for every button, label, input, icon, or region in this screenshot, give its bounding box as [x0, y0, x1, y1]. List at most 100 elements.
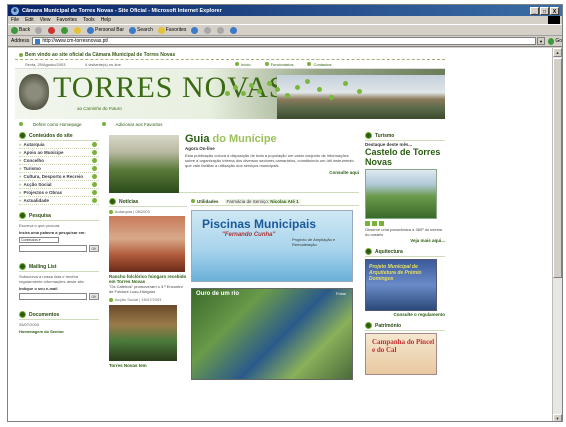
search-description: Escreva o que procura.: [19, 223, 61, 228]
address-input[interactable]: http://www.cm-torresnovas.pt/: [32, 37, 536, 45]
control-icon[interactable]: [372, 221, 377, 226]
address-dropdown[interactable]: ▼: [537, 37, 545, 45]
piscinas-banner[interactable]: Piscinas Municipais "Fernando Cunha" Pro…: [191, 210, 353, 282]
documents-item[interactable]: Homenagem do Senhor: [19, 329, 99, 334]
news-section: Notícias Autarquia | 08/2003 Rancho folc…: [109, 197, 187, 368]
news2-headline[interactable]: Torres Novas tem: [109, 363, 187, 368]
control-icon[interactable]: [365, 221, 370, 226]
arrow-icon: [92, 174, 97, 179]
favorites-button[interactable]: Favorites: [157, 26, 186, 34]
park-banner[interactable]: Ouro de um rio Fotos: [191, 288, 353, 380]
documents-header: Documentos: [19, 310, 99, 320]
search-button[interactable]: Search: [129, 26, 153, 34]
middle-column: Guia do Munícipe Agora On-line Esta publ…: [109, 131, 359, 421]
regulamento-link[interactable]: Consulte o regulamento: [365, 312, 445, 317]
arrow-icon: [92, 166, 97, 171]
mailing-description: Subscreva a nossa lista e receba regular…: [19, 274, 85, 284]
bullet-icon: [109, 209, 113, 214]
menu-item-autarquia[interactable]: » Autarquia: [19, 141, 99, 149]
current-date: Sexta, 29/Agosto/2003: [25, 61, 66, 67]
address-url: http://www.cm-torresnovas.pt/: [42, 38, 109, 44]
window-title: Câmara Municipal de Torres Novas - Site …: [22, 7, 222, 14]
menu-edit[interactable]: Edit: [25, 17, 34, 23]
scroll-thumb[interactable]: [553, 58, 562, 278]
mailing-ok-button[interactable]: OK: [89, 293, 99, 300]
scroll-up-button[interactable]: ▲: [553, 48, 562, 57]
veja-mais-link[interactable]: Veja mais aqui...: [365, 238, 445, 243]
nav-funcionarios[interactable]: Funcionários: [264, 62, 293, 67]
menu-item-cultura[interactable]: » Cultura, Desporto e Recreio: [19, 173, 99, 181]
nav-inicio[interactable]: Início: [235, 62, 251, 67]
go-arrow-icon: [548, 37, 555, 45]
menu-file[interactable]: File: [11, 17, 19, 23]
search-icon: [129, 26, 137, 34]
refresh-button[interactable]: [61, 26, 69, 34]
castelo-photo[interactable]: [365, 169, 437, 219]
set-homepage-link[interactable]: Definir como Homepage: [19, 122, 92, 127]
piscinas-title: Piscinas Municipais: [202, 217, 317, 231]
guia-photo: [109, 135, 179, 193]
arquitectura-banner[interactable]: Projeto Municipal de Arquitetura de Prém…: [365, 259, 437, 311]
bullet-icon: [264, 62, 269, 66]
vertical-scrollbar[interactable]: ▲ ▼: [552, 48, 562, 421]
search-section-icon: [19, 212, 26, 219]
patrimonio-header: Património: [365, 321, 445, 331]
email-input[interactable]: [19, 293, 87, 300]
title-bar: e Câmara Municipal de Torres Novas - Sit…: [8, 5, 562, 16]
go-button[interactable]: Go: [548, 37, 562, 45]
menu-item-accao-social[interactable]: » Acção Social: [19, 181, 99, 189]
patrimonio-icon: [365, 322, 372, 329]
home-button[interactable]: [74, 26, 82, 34]
forward-button[interactable]: [35, 26, 43, 34]
maximize-button[interactable]: □: [540, 6, 549, 15]
docs-section-icon: [19, 311, 26, 318]
personal-bar-icon: [87, 26, 95, 34]
menu-item-actualidade[interactable]: » Actualidade: [19, 197, 99, 205]
menu-help[interactable]: Help: [101, 17, 111, 23]
menu-tools[interactable]: Tools: [83, 17, 95, 23]
ie-logo-icon: e: [11, 6, 19, 15]
utilities-section: Utilidades Farmácia de Serviço: Nicolau …: [191, 197, 359, 380]
news1-date: Autarquia | 08/2003: [109, 209, 187, 214]
patrimonio-banner-text: Campanha do Pincel e do Cal: [372, 338, 435, 354]
menu-item-turismo[interactable]: » Turismo: [19, 165, 99, 173]
page-icon: [35, 38, 41, 44]
menu-favorites[interactable]: Favorites: [56, 17, 77, 23]
stop-button[interactable]: [48, 26, 56, 34]
guia-body: Esta publicação coloca à disposição de t…: [185, 153, 354, 168]
search-ok-button[interactable]: OK: [89, 245, 99, 252]
add-favorites-link[interactable]: Adicionar aos Favoritos: [101, 122, 173, 127]
edit-button[interactable]: [230, 26, 238, 34]
menu-item-apoio[interactable]: » Apoio ao Munícipe: [19, 149, 99, 157]
print-button[interactable]: [217, 26, 225, 34]
news2-photo[interactable]: [109, 305, 177, 361]
search-header: Pesquisa: [19, 211, 99, 221]
history-button[interactable]: [191, 26, 199, 34]
banner-dots-decoration: [225, 75, 385, 105]
mail-button[interactable]: [204, 26, 212, 34]
guia-consulte-link[interactable]: Consulte aqui: [185, 170, 359, 175]
nav-contactos[interactable]: Contactos: [307, 62, 331, 67]
guia-subtitle: Agora On-line: [185, 146, 215, 151]
news1-headline[interactable]: Rancho folclórico húngaro recebido em To…: [109, 274, 187, 284]
patrimonio-banner[interactable]: Campanha do Pincel e do Cal: [365, 333, 437, 375]
page-viewport: Bem vindo ao site oficial da Câmara Muni…: [8, 48, 554, 421]
arrow-icon: [92, 150, 97, 155]
castelo-title[interactable]: Castelo de Torres Novas: [365, 147, 445, 167]
documents-date: 25/07/2003: [19, 322, 40, 327]
toolbar: Back Personal Bar Search Favorites: [8, 25, 562, 36]
menu-view[interactable]: View: [40, 17, 51, 23]
pharmacy-on-duty[interactable]: Farmácia de Serviço: Nicolau Até 1: [224, 198, 301, 204]
minimize-button[interactable]: _: [530, 6, 539, 15]
back-button[interactable]: Back: [11, 26, 30, 34]
close-button[interactable]: X: [550, 6, 559, 15]
menu-item-concelho[interactable]: » Concelho: [19, 157, 99, 165]
search-scope-select[interactable]: Conteúdos ▾: [19, 237, 59, 243]
news1-photo[interactable]: [109, 216, 185, 272]
scroll-down-button[interactable]: ▼: [553, 414, 562, 421]
menu-item-projectos[interactable]: » Projectos e Obras: [19, 189, 99, 197]
search-input[interactable]: [19, 245, 87, 252]
search-label: Insira uma palavra a pesquisar em:: [19, 230, 86, 235]
control-icon[interactable]: [379, 221, 384, 226]
personal-bar-button[interactable]: Personal Bar: [87, 26, 124, 34]
